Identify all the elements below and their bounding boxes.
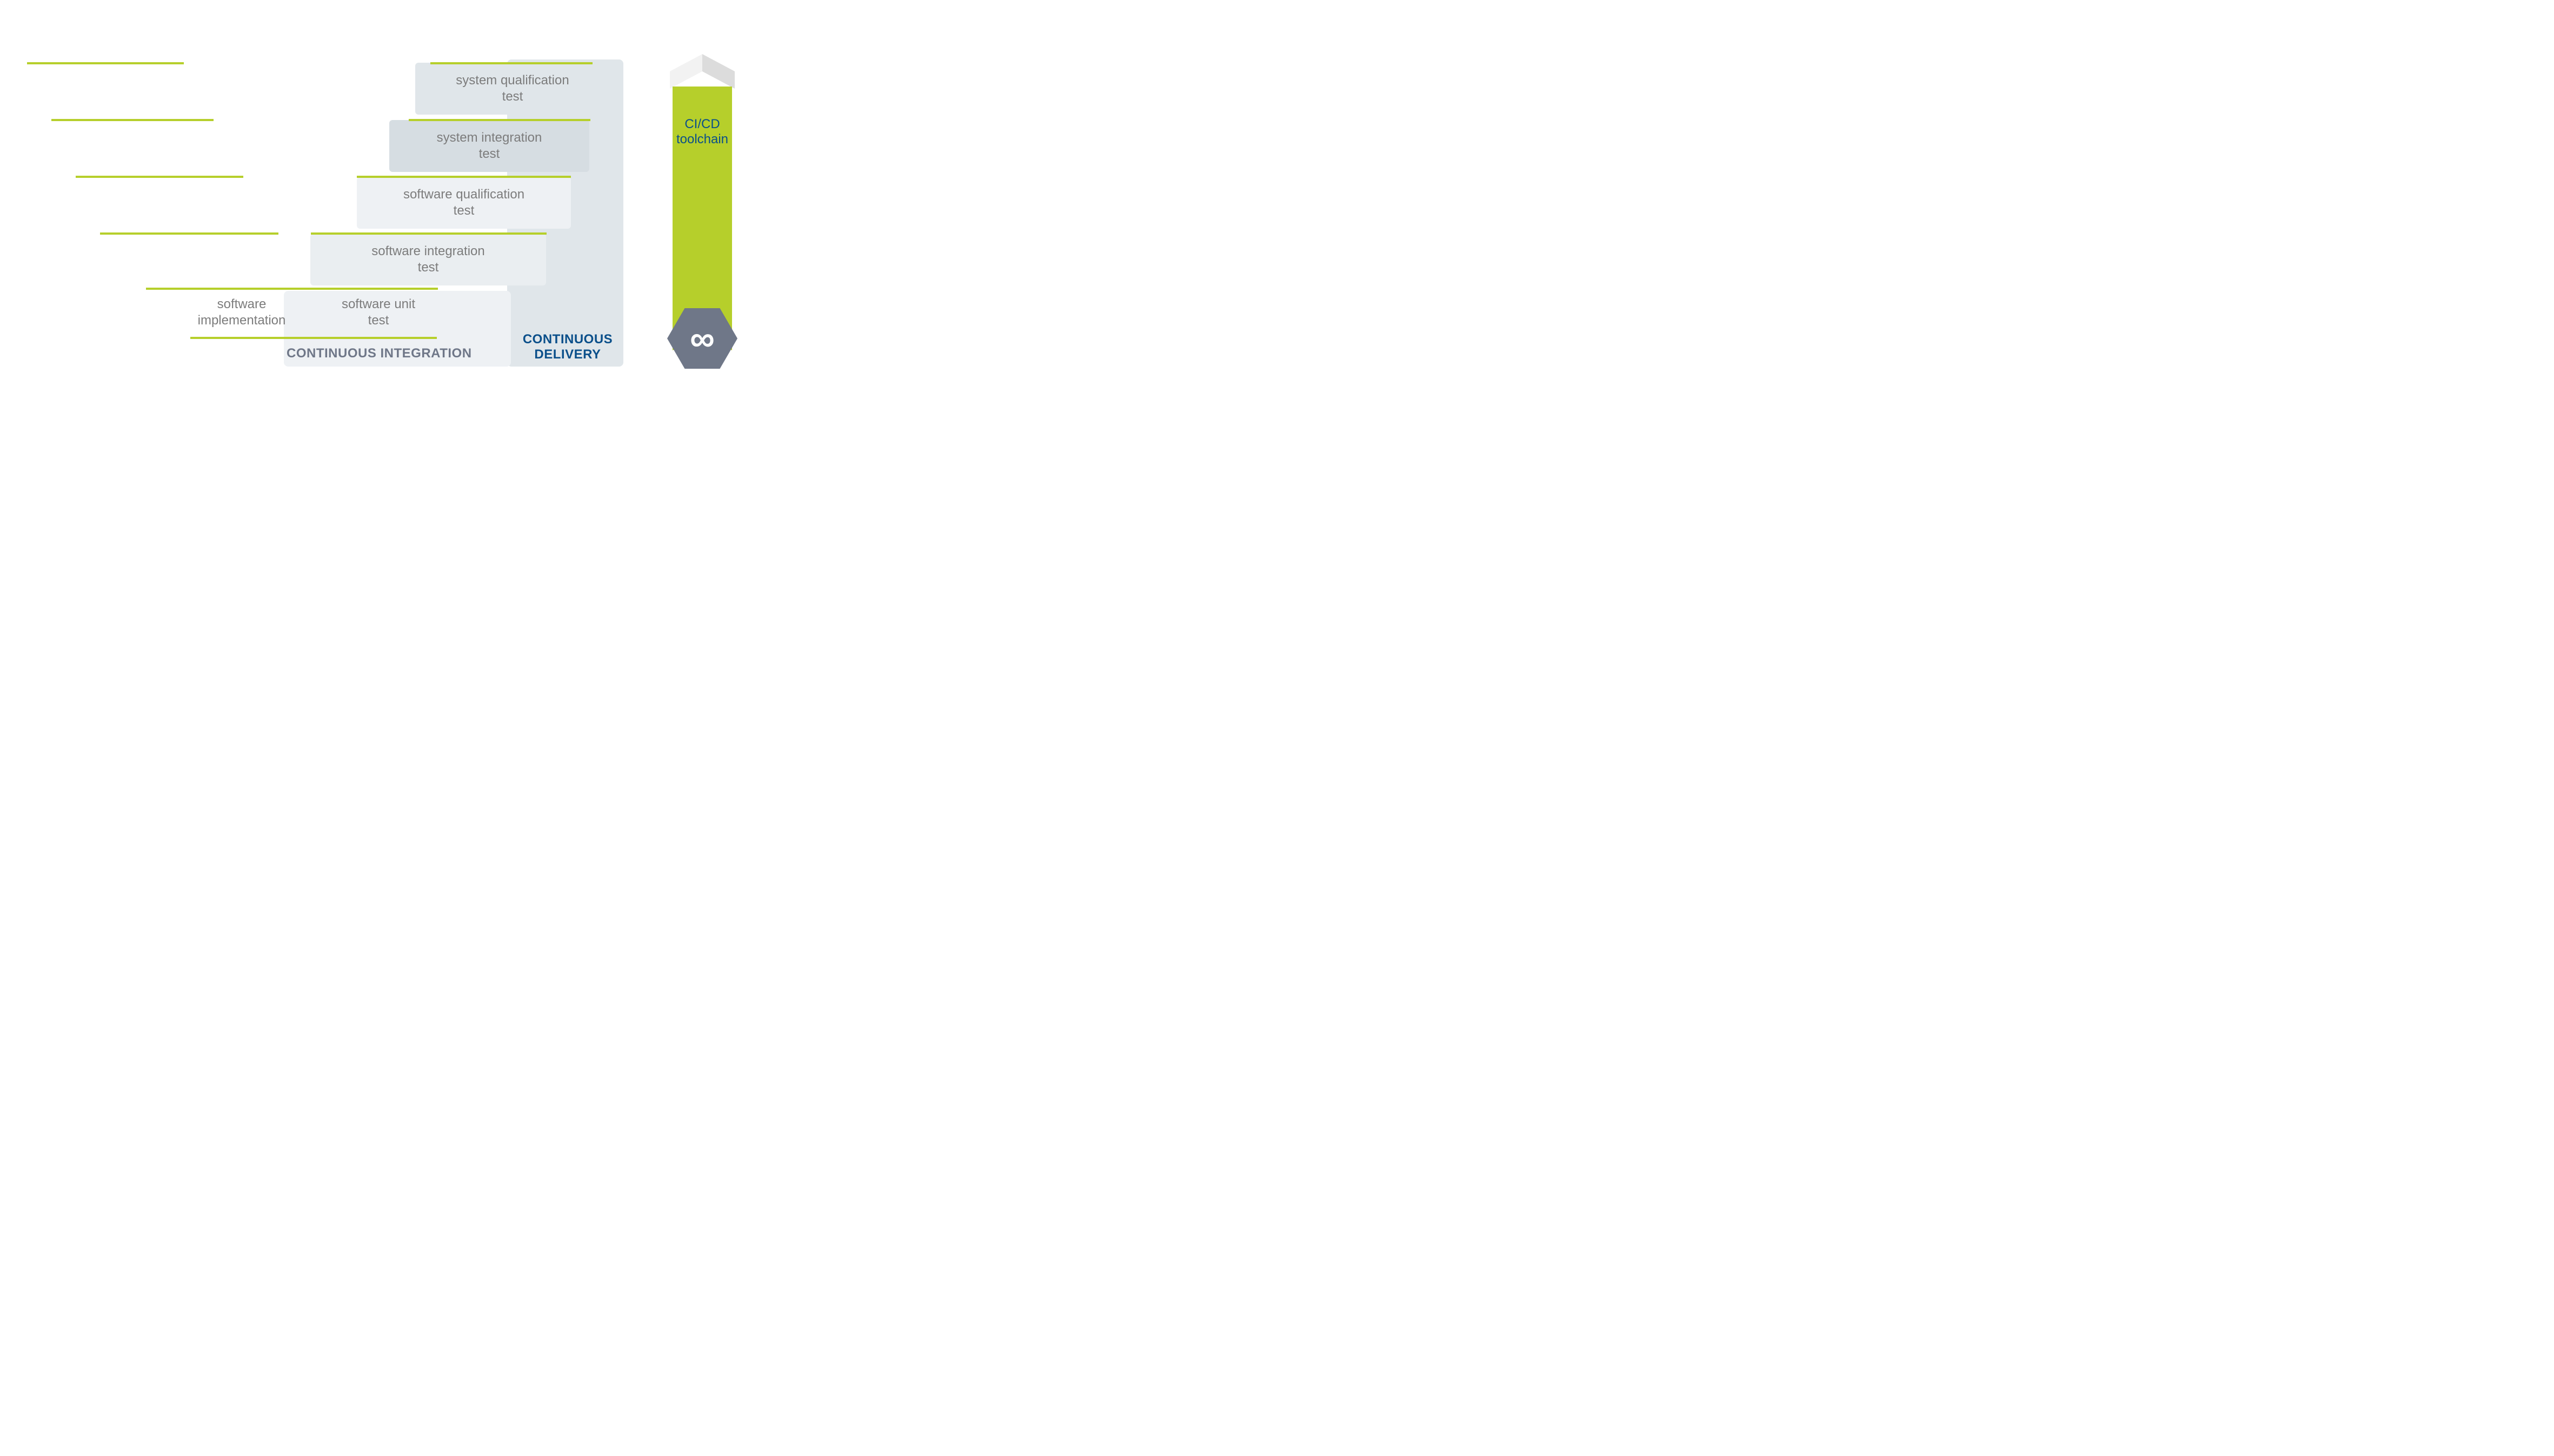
step-label-line1: software unit <box>342 296 415 313</box>
ribbon-label: CI/CD toolchain <box>664 117 740 147</box>
step-system-qualification-test: system qualification test <box>415 63 610 115</box>
left-rule-5 <box>146 288 438 290</box>
step-label-line1: software qualification <box>403 187 524 203</box>
label-continuous-integration: CONTINUOUS INTEGRATION <box>287 346 472 361</box>
ribbon-label-line1: CI/CD <box>684 117 720 131</box>
step-rule-4 <box>311 232 547 235</box>
left-rule-1 <box>27 62 184 64</box>
step-rule-1 <box>430 62 593 64</box>
diagram-stage: system qualification test system integra… <box>0 0 779 438</box>
step-label-line2: test <box>368 313 389 329</box>
left-rule-2 <box>51 119 214 121</box>
step-label-line2: implementation <box>198 313 286 329</box>
step-label-line1: system qualification <box>456 72 569 89</box>
step-label-line1: software <box>217 296 267 313</box>
step-rule-3 <box>357 176 571 178</box>
step-software-integration-test: software integration test <box>310 234 546 285</box>
ribbon-label-line2: toolchain <box>676 132 728 147</box>
step-software-implementation: software implementation <box>178 291 305 334</box>
chevron-up-icon <box>670 54 735 89</box>
step-software-unit-test: software unit test <box>308 291 449 334</box>
left-rule-4 <box>100 232 278 235</box>
cd-label-line1: CONTINUOUS <box>523 332 613 347</box>
step-label-line2: test <box>502 89 523 105</box>
ribbon-chevron <box>670 54 735 91</box>
step-system-integration-test: system integration test <box>389 120 589 172</box>
left-rule-3 <box>76 176 243 178</box>
step-label-line1: system integration <box>437 130 542 146</box>
label-continuous-delivery: CONTINUOUS DELIVERY <box>519 332 616 362</box>
cd-label-line2: DELIVERY <box>534 347 601 362</box>
step-label-line2: test <box>454 203 475 219</box>
step-rule-2 <box>409 119 590 121</box>
infinity-icon: ∞ <box>690 321 715 356</box>
step-software-qualification-test: software qualification test <box>357 177 571 229</box>
step-label-line1: software integration <box>371 243 484 260</box>
step-label-line2: test <box>418 260 439 276</box>
step-rule-5 <box>190 337 437 339</box>
step-label-line2: test <box>479 146 500 162</box>
